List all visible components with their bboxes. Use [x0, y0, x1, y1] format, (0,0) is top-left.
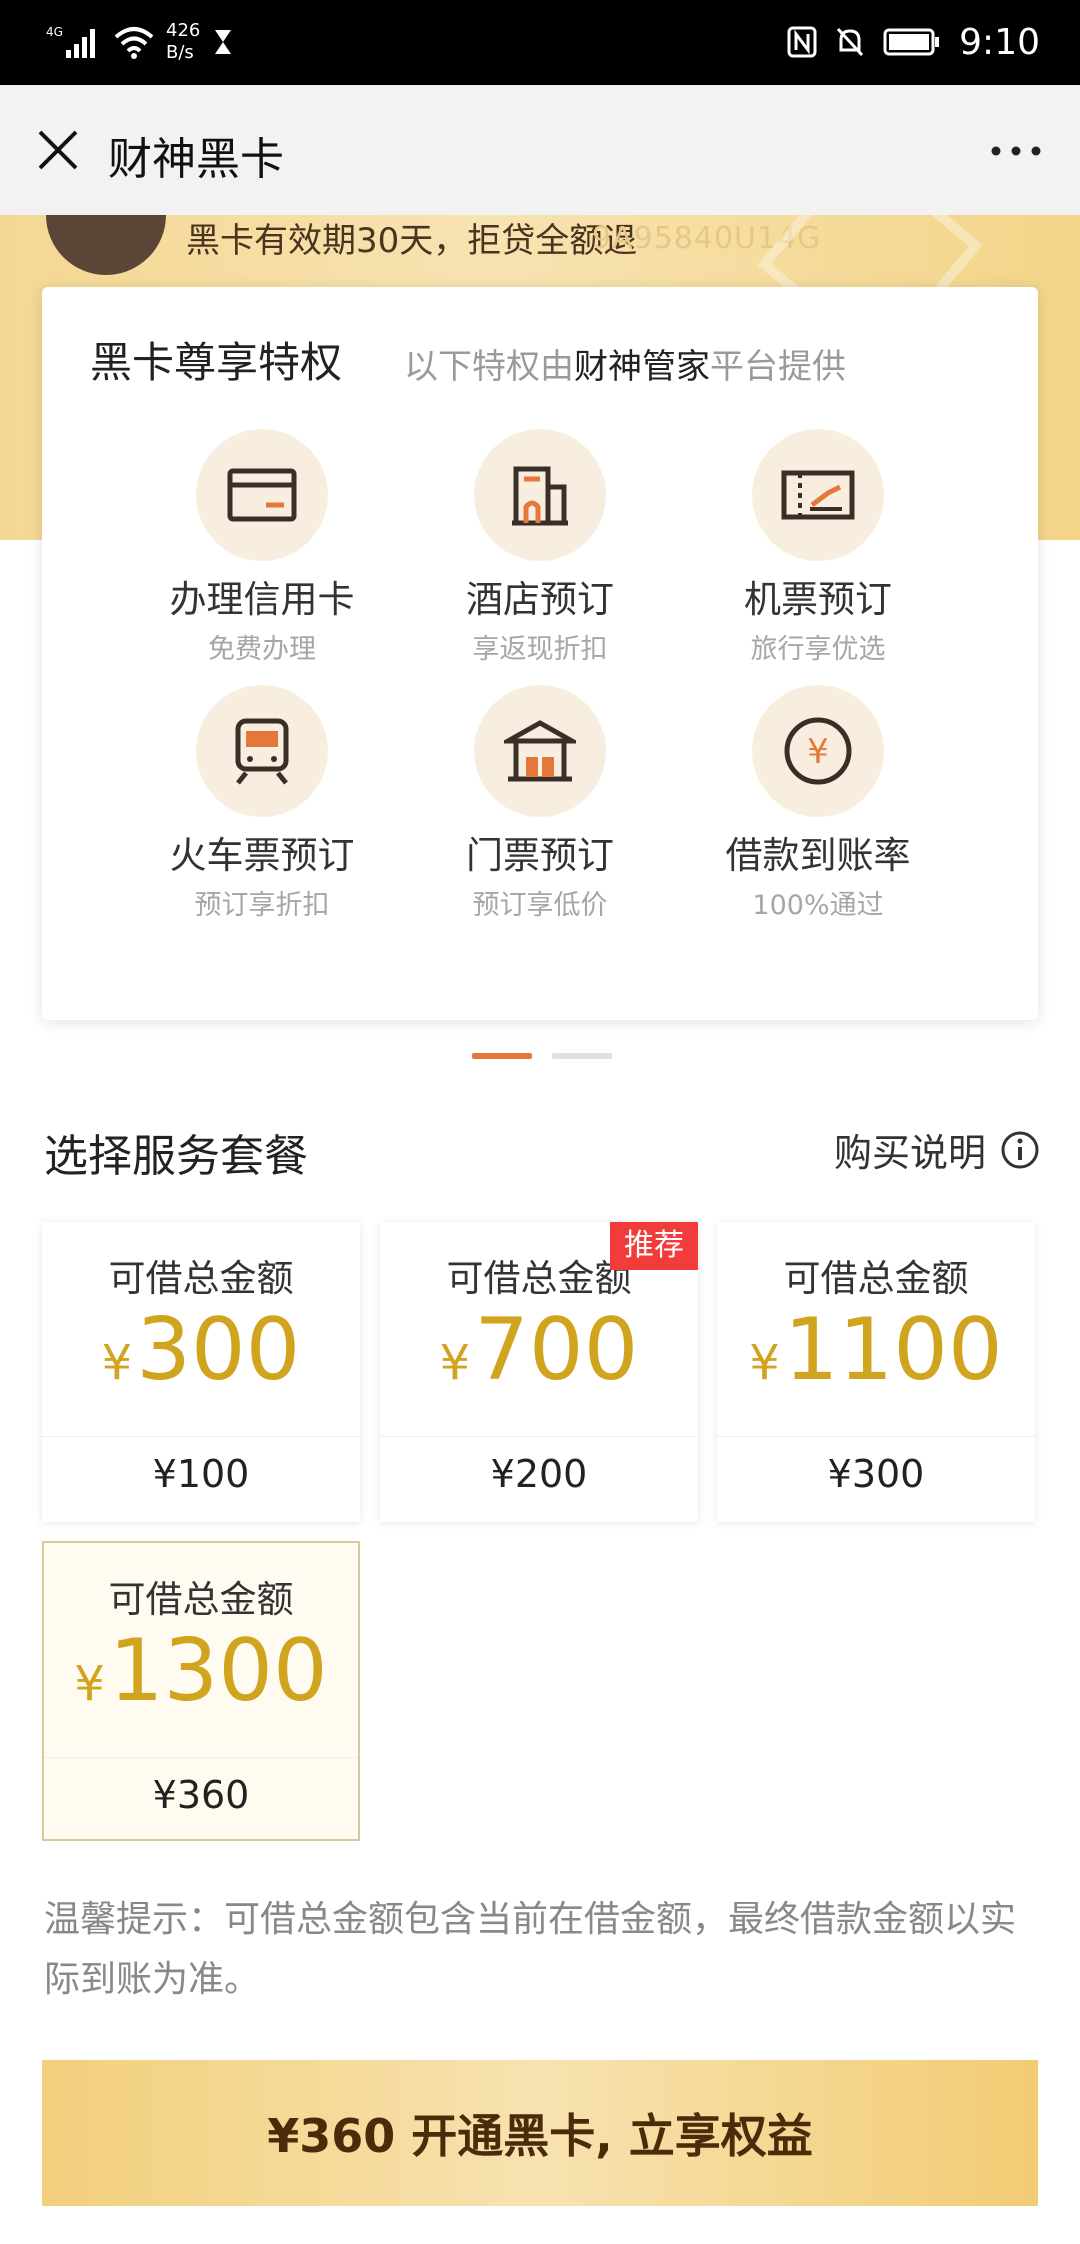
privilege-icon-circle [752, 429, 884, 561]
privilege-item-loan-rate[interactable]: ¥ 借款到账率 100%通过 [678, 685, 958, 922]
privilege-desc: 享返现折扣 [472, 634, 608, 665]
package-label: 可借总金额 [783, 1257, 969, 1300]
privilege-name: 门票预订 [466, 834, 614, 877]
privilege-item-hotel[interactable]: 酒店预订 享返现折扣 [400, 429, 680, 666]
package-divider [717, 1436, 1035, 1437]
package-option-700[interactable]: 可借总金额 ¥700 ¥200 推荐 [380, 1222, 698, 1522]
privileges-title: 黑卡尊享特权 [90, 338, 343, 387]
privileges-subtitle: 以下特权由财神管家平台提供 [404, 339, 846, 388]
status-bar: 4G 426 B/s 9:10 [0, 0, 1080, 85]
yuan-coin-icon: ¥ [784, 717, 852, 785]
package-option-1300[interactable]: 可借总金额 ¥1300 ¥360 [42, 1541, 360, 1841]
network-speed-value: 426 [166, 20, 201, 41]
privileges-subtitle-platform: 财神管家 [574, 347, 710, 387]
privilege-icon-circle: ¥ [752, 685, 884, 817]
flight-ticket-icon [781, 470, 855, 520]
hotel-icon [512, 466, 568, 526]
currency-symbol: ¥ [74, 1656, 105, 1712]
package-section-title: 选择服务套餐 [44, 1131, 308, 1182]
close-icon[interactable] [30, 122, 86, 178]
package-price: ¥200 [490, 1452, 588, 1496]
train-icon [235, 718, 289, 785]
purchase-info-link[interactable]: 购买说明 [834, 1122, 1040, 1177]
privilege-item-credit-card[interactable]: 办理信用卡 免费办理 [122, 429, 402, 666]
banner-validity-text: 黑卡有效期30天，拒贷全额退 [186, 221, 638, 261]
warm-tip-text: 温馨提示：可借总金额包含当前在借金额，最终借款金额以实际到账为准。 [44, 1899, 1017, 2000]
package-divider [42, 1436, 360, 1437]
privileges-subtitle-suffix: 平台提供 [710, 347, 846, 387]
svg-text:¥: ¥ [807, 732, 829, 772]
avatar [46, 215, 166, 275]
privilege-name: 办理信用卡 [169, 578, 355, 621]
privilege-desc: 预订享折扣 [194, 890, 330, 921]
package-divider [380, 1436, 698, 1437]
purchase-info-label: 购买说明 [833, 1131, 986, 1175]
package-option-1100[interactable]: 可借总金额 ¥1100 ¥300 [717, 1222, 1035, 1522]
privilege-desc: 100%通过 [752, 890, 884, 921]
page-title: 财神黑卡 [108, 134, 284, 185]
recommended-badge: 推荐 [610, 1222, 698, 1270]
package-label: 可借总金额 [108, 1578, 294, 1621]
more-options-icon[interactable] [986, 133, 1046, 169]
pager-dot-active[interactable] [472, 1053, 532, 1059]
privilege-icon-circle [196, 429, 328, 561]
privilege-icon-circle [196, 685, 328, 817]
privilege-icon-circle [474, 429, 606, 561]
package-amount: ¥700 [380, 1300, 698, 1413]
package-amount: ¥1100 [717, 1300, 1035, 1413]
currency-symbol: ¥ [101, 1335, 133, 1391]
pager-dot[interactable] [552, 1053, 612, 1059]
privileges-card: 黑卡尊享特权 以下特权由财神管家平台提供 办理信用卡 免费办理 酒店预订 享返现… [42, 287, 1038, 1020]
signal-icon: 4G [46, 25, 95, 58]
privilege-name: 机票预订 [744, 578, 892, 621]
privilege-item-flight[interactable]: 机票预订 旅行享优选 [678, 429, 958, 666]
nfc-icon [787, 26, 817, 58]
battery-icon [883, 28, 940, 56]
privilege-name: 火车票预订 [169, 834, 355, 877]
currency-symbol: ¥ [749, 1335, 780, 1391]
hourglass-icon [215, 30, 232, 54]
package-option-300[interactable]: 可借总金额 ¥300 ¥100 [42, 1222, 360, 1522]
privilege-name: 借款到账率 [725, 834, 911, 877]
clock: 9:10 [959, 21, 1040, 63]
info-icon [1001, 1131, 1039, 1168]
privileges-subtitle-prefix: 以下特权由 [404, 347, 574, 387]
activate-black-card-button[interactable]: ¥360 开通黑卡, 立享权益 [42, 2060, 1038, 2206]
network-speed: 426 B/s [166, 20, 200, 64]
status-left: 4G 426 B/s [46, 14, 234, 70]
package-divider [44, 1757, 358, 1758]
package-amount-value: 1300 [108, 1621, 328, 1721]
wifi-icon [114, 27, 154, 59]
package-amount-value: 700 [474, 1300, 639, 1400]
currency-symbol: ¥ [439, 1335, 471, 1391]
svg-text:4G: 4G [46, 25, 63, 39]
attraction-gate-icon [504, 720, 576, 782]
network-speed-unit: B/s [166, 42, 194, 63]
package-price: ¥100 [152, 1452, 250, 1496]
package-price: ¥360 [152, 1773, 250, 1817]
mute-bell-icon [837, 27, 864, 57]
package-amount: ¥1300 [44, 1621, 358, 1734]
privilege-icon-circle [474, 685, 606, 817]
package-price: ¥300 [827, 1452, 925, 1496]
privilege-name: 酒店预订 [466, 578, 614, 621]
privilege-desc: 旅行享优选 [750, 634, 886, 665]
privilege-desc: 免费办理 [208, 634, 316, 665]
privilege-item-tickets[interactable]: 门票预订 预订享低价 [400, 685, 680, 922]
status-right: 9:10 [787, 14, 1040, 70]
credit-card-icon [227, 468, 297, 522]
package-amount: ¥300 [42, 1300, 360, 1413]
privilege-desc: 预订享低价 [472, 890, 608, 921]
package-label: 可借总金额 [108, 1257, 294, 1300]
title-bar: 财神黑卡 [0, 85, 1080, 216]
privilege-item-train[interactable]: 火车票预订 预订享折扣 [122, 685, 402, 922]
package-amount-value: 1100 [783, 1300, 1003, 1400]
package-amount-value: 300 [136, 1300, 301, 1400]
